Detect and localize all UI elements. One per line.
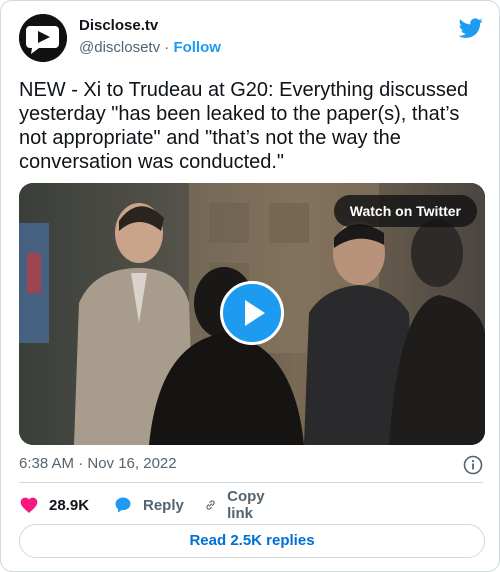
disclose-logo-icon (19, 14, 67, 62)
copy-link-button[interactable]: Copy link (204, 488, 272, 522)
author-handle-row: @disclosetv · Follow (79, 39, 221, 56)
read-replies-button[interactable]: Read 2.5K replies (19, 524, 485, 558)
like-count: 28.9K (49, 496, 90, 514)
play-button[interactable] (220, 281, 284, 345)
tweet-video[interactable]: Watch on Twitter (19, 183, 485, 445)
tweet-card: Disclose.tv @disclosetv · Follow NEW - X… (0, 0, 500, 572)
avatar[interactable] (19, 14, 67, 62)
reply-label: Reply (143, 496, 184, 514)
copy-link-label: Copy link (227, 488, 265, 522)
tweet-timestamp[interactable]: 6:38 AM · Nov 16, 2022 (19, 455, 177, 472)
tweet-header: Disclose.tv @disclosetv · Follow (19, 14, 483, 62)
handle-separator: · (160, 39, 174, 56)
link-icon (206, 500, 215, 510)
reply-bubble-icon (115, 497, 131, 513)
heart-icon (20, 497, 38, 513)
like-button[interactable]: 28.9K (19, 493, 89, 517)
tweet-meta: 6:38 AM · Nov 16, 2022 (19, 455, 483, 475)
twitter-bird-icon[interactable] (459, 16, 483, 40)
reply-button[interactable]: Reply (113, 493, 184, 517)
author-handle[interactable]: @disclosetv (79, 39, 160, 56)
info-icon[interactable] (463, 455, 483, 475)
follow-button[interactable]: Follow (173, 39, 221, 56)
author-name[interactable]: Disclose.tv (79, 17, 158, 34)
divider (19, 482, 483, 483)
watch-on-twitter-button[interactable]: Watch on Twitter (333, 195, 477, 227)
tweet-text: NEW - Xi to Trudeau at G20: Everything d… (19, 79, 469, 173)
play-icon (245, 300, 265, 326)
